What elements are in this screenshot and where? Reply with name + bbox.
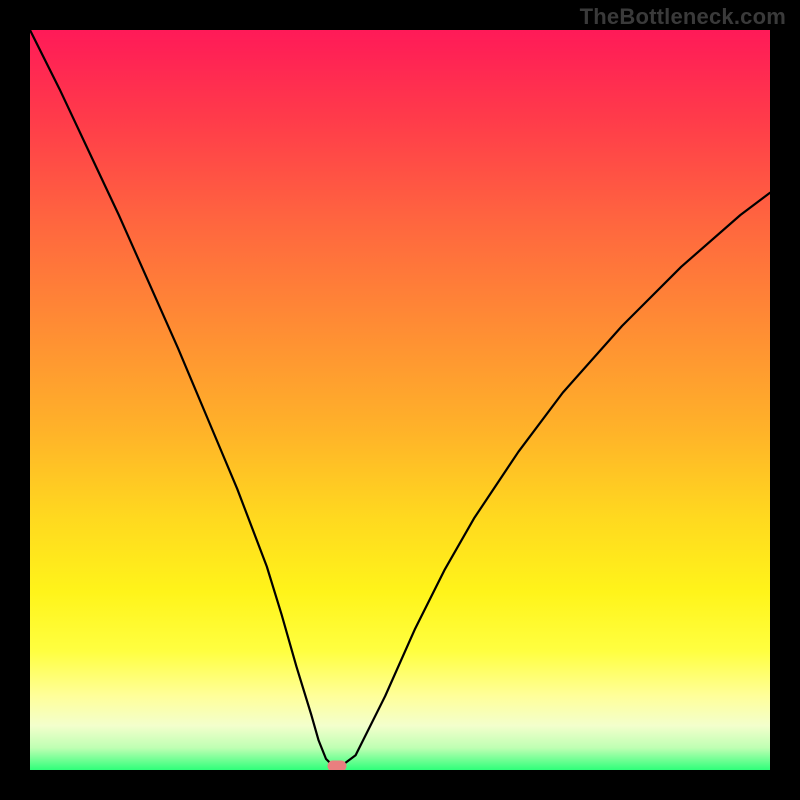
chart-frame: TheBottleneck.com — [0, 0, 800, 800]
bottleneck-curve — [30, 30, 770, 770]
plot-area — [30, 30, 770, 770]
watermark-text: TheBottleneck.com — [580, 4, 786, 30]
optimal-marker — [328, 761, 347, 770]
